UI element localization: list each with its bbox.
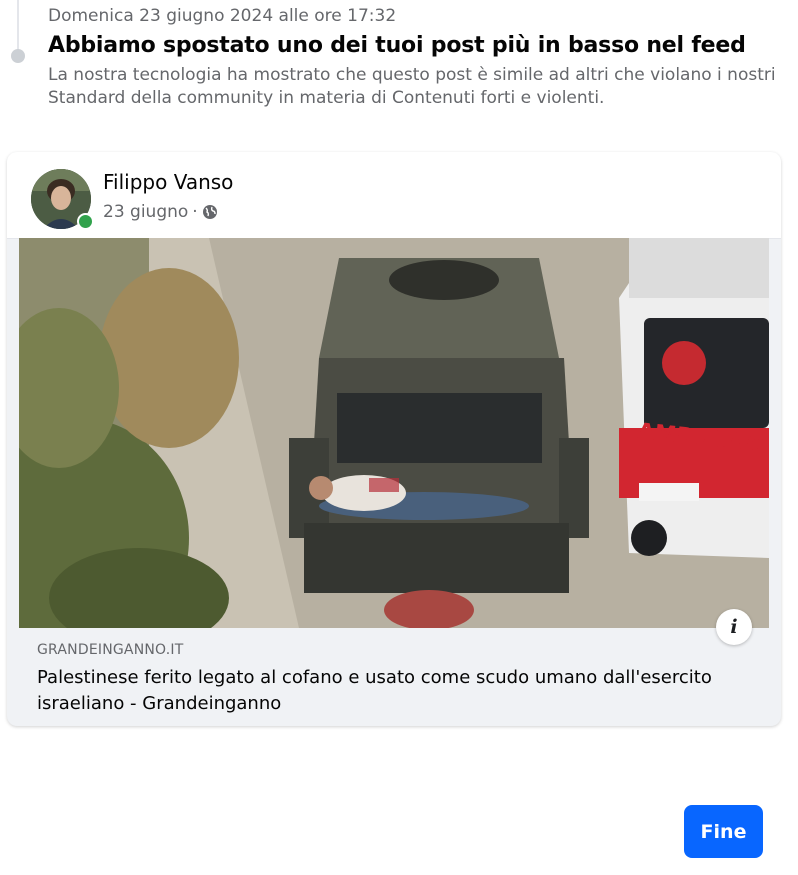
post-date[interactable]: 23 giugno bbox=[103, 202, 188, 222]
info-icon: i bbox=[730, 616, 738, 638]
timeline-line bbox=[17, 0, 19, 50]
link-title[interactable]: Palestinese ferito legato al cofano e us… bbox=[37, 665, 737, 717]
globe-icon bbox=[202, 204, 218, 220]
notice-date: Domenica 23 giugno 2024 alle ore 17:32 bbox=[48, 6, 397, 26]
author-name[interactable]: Filippo Vanso bbox=[103, 170, 233, 194]
post-card: Filippo Vanso 23 giugno · AMBULANC i GRA… bbox=[7, 152, 781, 726]
notice-description: La nostra tecnologia ha mostrato che que… bbox=[48, 65, 776, 108]
online-status-dot bbox=[77, 213, 94, 230]
notice-title: Abbiamo spostato uno dei tuoi post più i… bbox=[48, 33, 746, 58]
notice: Domenica 23 giugno 2024 alle ore 17:32 A… bbox=[48, 4, 788, 110]
meta-separator: · bbox=[192, 202, 198, 222]
timeline-dot bbox=[11, 49, 25, 63]
done-button[interactable]: Fine bbox=[684, 805, 763, 858]
info-button[interactable]: i bbox=[716, 609, 752, 645]
link-preview-image[interactable]: AMBULANC bbox=[19, 238, 769, 628]
post-meta: 23 giugno · bbox=[103, 202, 218, 222]
link-domain: GRANDEINGANNO.IT bbox=[37, 642, 184, 658]
post-header: Filippo Vanso 23 giugno · bbox=[7, 152, 781, 239]
